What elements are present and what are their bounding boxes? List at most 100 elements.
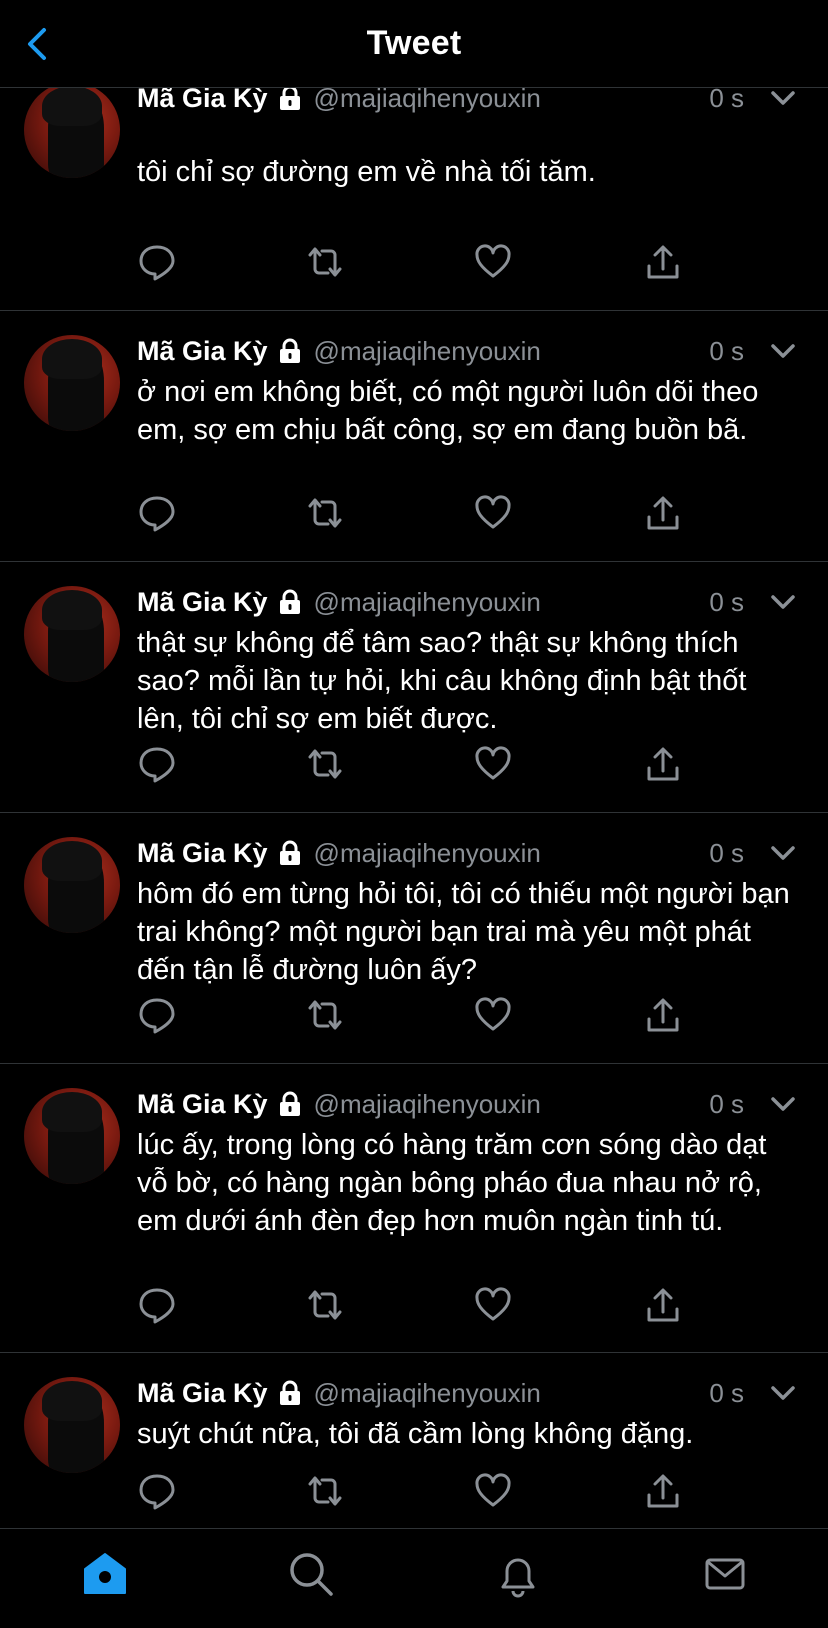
lock-icon [279,338,300,363]
like-button[interactable] [473,995,513,1035]
chevron-down-icon[interactable] [766,88,800,115]
chevron-down-icon[interactable] [766,585,800,619]
tweet-time: 0 s [709,88,744,113]
retweet-button[interactable] [305,995,345,1035]
tweet-thread: Mã Gia Kỳ @majiaqihenyouxin 0 s tôi chỉ … [0,88,828,1528]
author-handle[interactable]: @majiaqihenyouxin [314,1089,541,1120]
retweet-button[interactable] [305,1285,345,1325]
tweet-item[interactable]: Mã Gia Kỳ @majiaqihenyouxin 0 s hôm đó e… [0,813,828,1064]
tweet-time: 0 s [709,1377,744,1408]
tab-home[interactable] [80,1549,130,1599]
reply-button[interactable] [137,995,177,1035]
tweet-time: 0 s [709,586,744,617]
tweet-actions [137,1471,679,1511]
share-button[interactable] [643,1285,683,1325]
share-icon [647,1474,679,1508]
share-icon [647,245,679,279]
bell-icon [501,1558,535,1598]
author-name[interactable]: Mã Gia Kỳ [137,1089,268,1120]
share-icon [647,496,679,530]
lock-icon [279,1091,300,1116]
author-name[interactable]: Mã Gia Kỳ [137,336,268,367]
retweet-icon [308,498,342,528]
author-name[interactable]: Mã Gia Kỳ [137,587,268,618]
tweet-item[interactable]: Mã Gia Kỳ @majiaqihenyouxin 0 s ở nơi em… [0,311,828,562]
tweet-header: Mã Gia Kỳ @majiaqihenyouxin 0 s [137,334,808,368]
avatar[interactable] [24,88,120,178]
heart-icon [475,1287,511,1321]
reply-button[interactable] [137,242,177,282]
tweet-item[interactable]: Mã Gia Kỳ @majiaqihenyouxin 0 s lúc ấy, … [0,1064,828,1353]
reply-button[interactable] [137,1471,177,1511]
heart-icon [475,1473,511,1507]
search-icon [290,1553,333,1596]
tweet-actions [137,744,679,784]
page-title: Tweet [366,24,462,62]
chevron-down-icon[interactable] [766,836,800,870]
chevron-down-icon[interactable] [766,1087,800,1121]
retweet-button[interactable] [305,1471,345,1511]
retweet-icon [308,749,342,779]
author-name[interactable]: Mã Gia Kỳ [137,838,268,869]
tweet-time: 0 s [709,335,744,366]
tweet-header: Mã Gia Kỳ @majiaqihenyouxin 0 s [137,1087,808,1121]
avatar[interactable] [24,1088,120,1184]
tweet-time: 0 s [709,1088,744,1119]
retweet-icon [308,247,342,277]
tweet-time: 0 s [709,837,744,868]
tweet-item[interactable]: Mã Gia Kỳ @majiaqihenyouxin 0 s thật sự … [0,562,828,813]
tweet-header: Mã Gia Kỳ @majiaqihenyouxin 0 s [137,585,808,619]
tweet-actions [137,995,679,1035]
tab-notifications[interactable] [493,1549,543,1599]
chevron-down-icon[interactable] [766,334,800,368]
author-handle[interactable]: @majiaqihenyouxin [314,1378,541,1409]
author-handle[interactable]: @majiaqihenyouxin [314,336,541,367]
reply-button[interactable] [137,493,177,533]
tweet-actions [137,1285,679,1325]
avatar[interactable] [24,335,120,431]
like-button[interactable] [473,242,513,282]
avatar[interactable] [24,586,120,682]
author-name[interactable]: Mã Gia Kỳ [137,88,268,114]
heart-icon [475,746,511,780]
retweet-button[interactable] [305,493,345,533]
author-handle[interactable]: @majiaqihenyouxin [314,88,541,114]
author-handle[interactable]: @majiaqihenyouxin [314,587,541,618]
reply-icon [139,245,175,281]
share-button[interactable] [643,242,683,282]
share-icon [647,747,679,781]
share-icon [647,1288,679,1322]
author-handle[interactable]: @majiaqihenyouxin [314,838,541,869]
chevron-down-icon[interactable] [766,1376,800,1410]
like-button[interactable] [473,1285,513,1325]
retweet-button[interactable] [305,744,345,784]
tweet-header: Mã Gia Kỳ @majiaqihenyouxin 0 s [137,88,808,115]
tweet-text: lúc ấy, trong lòng có hàng trăm cơn sóng… [137,1129,767,1237]
reply-button[interactable] [137,744,177,784]
tweet-item[interactable]: Mã Gia Kỳ @majiaqihenyouxin 0 s tôi chỉ … [0,88,828,311]
reply-button[interactable] [137,1285,177,1325]
tweet-actions [137,242,679,282]
mail-icon [705,1558,745,1590]
author-name[interactable]: Mã Gia Kỳ [137,1378,268,1409]
bottom-tab-bar [0,1528,828,1628]
tab-search[interactable] [286,1549,336,1599]
heart-icon [475,495,511,529]
retweet-button[interactable] [305,242,345,282]
share-button[interactable] [643,995,683,1035]
lock-icon [279,589,300,614]
avatar[interactable] [24,837,120,933]
top-navigation-bar: Tweet [0,0,828,88]
share-button[interactable] [643,744,683,784]
tab-messages[interactable] [700,1549,750,1599]
like-button[interactable] [473,493,513,533]
share-button[interactable] [643,1471,683,1511]
tweet-item[interactable]: Mã Gia Kỳ @majiaqihenyouxin 0 s suýt chú… [0,1353,828,1528]
tweet-text: ở nơi em không biết, có một người luôn d… [137,376,759,446]
retweet-icon [308,1000,342,1030]
share-button[interactable] [643,493,683,533]
avatar[interactable] [24,1377,120,1473]
lock-icon [279,840,300,865]
like-button[interactable] [473,1471,513,1511]
like-button[interactable] [473,744,513,784]
